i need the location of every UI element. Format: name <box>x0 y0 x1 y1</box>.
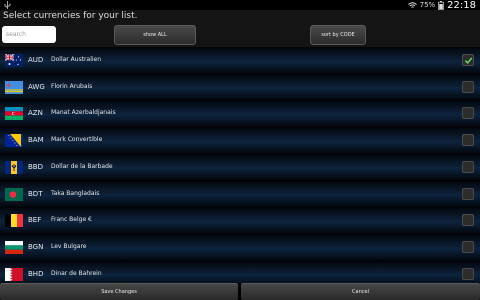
bangladesh-flag-icon <box>5 187 23 201</box>
barbados-flag-icon <box>5 160 23 174</box>
currency-code: AUD <box>28 56 44 64</box>
currency-code: BDT <box>28 189 43 198</box>
battery-icon <box>438 0 445 10</box>
show-all-button[interactable]: show ALL <box>114 25 196 45</box>
select-checkbox[interactable] <box>462 240 474 253</box>
select-checkbox[interactable] <box>462 214 474 227</box>
battery-percent: 75% <box>419 1 436 9</box>
bahrain-flag-icon <box>5 267 23 281</box>
currency-code: BAM <box>28 136 44 145</box>
currency-list: AUD Dollar Australien AWG Florin Arubais… <box>0 47 480 283</box>
status-right: 75% 22:18 <box>407 0 476 11</box>
currency-row-awg[interactable]: AWG Florin Arubais <box>0 73 480 101</box>
currency-row-bgn[interactable]: BGN Lev Bulgare <box>0 233 480 261</box>
currency-name: Florin Arubais <box>51 82 93 90</box>
currency-row-bdt[interactable]: BDT Taka Bangladais <box>0 180 480 208</box>
clock: 22:18 <box>447 0 476 11</box>
currency-name: Lev Bulgare <box>51 242 87 250</box>
sort-by-code-button[interactable]: sort by CODE <box>310 25 366 45</box>
select-checkbox[interactable] <box>462 160 474 173</box>
select-checkbox[interactable] <box>462 107 474 120</box>
page-title: Select currencies for your list. <box>3 11 138 21</box>
currency-code: BGN <box>28 242 44 251</box>
select-checkbox[interactable] <box>462 187 474 200</box>
bosnia-flag-icon <box>5 134 23 148</box>
select-checkbox[interactable] <box>462 54 474 66</box>
footer-bar: Save Changes Cancel <box>0 283 480 300</box>
currency-name: Dollar Australien <box>51 56 102 63</box>
currency-row-bef[interactable]: BEF Franc Belge € <box>0 207 480 234</box>
wifi-icon <box>407 1 417 8</box>
currency-row-bam[interactable]: BAM Mark Convertible <box>0 127 480 154</box>
currency-name: Manat Azerbaldjanais <box>51 109 116 117</box>
select-checkbox[interactable] <box>462 134 474 147</box>
currency-name: Taka Bangladais <box>51 189 100 197</box>
currency-code: AZN <box>28 109 43 118</box>
currency-code: BHD <box>28 269 44 278</box>
belgium-flag-icon <box>5 214 23 228</box>
currency-name: Dinar de Bahrein <box>51 269 102 277</box>
usb-icon <box>4 1 11 9</box>
currency-name: Franc Belge € <box>51 216 92 224</box>
currency-row-bhd[interactable]: BHD Dinar de Bahrein <box>0 260 480 283</box>
currency-row-aud[interactable]: AUD Dollar Australien <box>0 47 480 74</box>
status-bar: 75% 22:18 <box>0 0 480 11</box>
header: Select currencies for your list. search … <box>0 10 480 50</box>
currency-code: AWG <box>28 82 45 91</box>
currency-code: BEF <box>28 216 42 225</box>
currency-row-azn[interactable]: AZN Manat Azerbaldjanais <box>0 100 480 128</box>
currency-name: Dollar de la Barbade <box>51 162 113 170</box>
currency-row-bbd[interactable]: BBD Dollar de la Barbade <box>0 153 480 181</box>
australia-flag-icon <box>5 54 23 67</box>
currency-name: Mark Convertible <box>51 136 103 144</box>
bulgaria-flag-icon <box>5 240 23 254</box>
aruba-flag-icon <box>5 80 23 94</box>
search-input[interactable]: search <box>2 26 56 43</box>
select-checkbox[interactable] <box>462 80 474 93</box>
select-checkbox[interactable] <box>462 267 474 280</box>
checkmark-icon <box>464 57 473 65</box>
cancel-button[interactable]: Cancel <box>241 283 480 300</box>
azerbaijan-flag-icon <box>5 107 23 121</box>
save-changes-button[interactable]: Save Changes <box>0 283 238 300</box>
currency-code: BBD <box>28 162 43 171</box>
